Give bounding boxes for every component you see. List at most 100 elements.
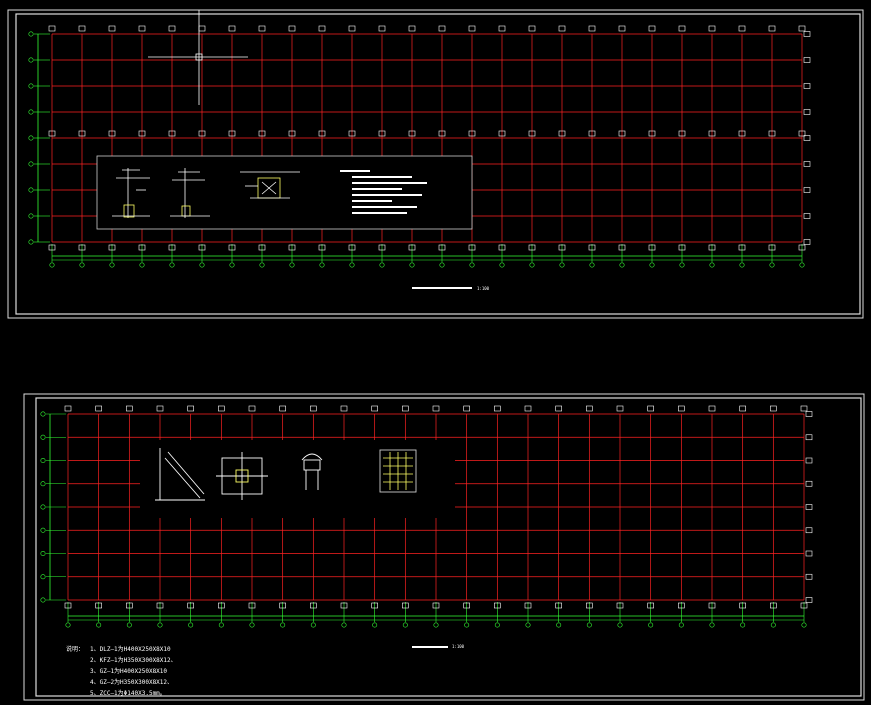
column-marker-top (318, 25, 326, 32)
axis-bubble (188, 622, 194, 628)
axis-bubble (218, 622, 224, 628)
crosshair-cursor[interactable] (148, 10, 248, 105)
column-marker-top (618, 25, 626, 32)
column-marker-top (558, 25, 566, 32)
column-marker-top (340, 405, 348, 412)
note-line-1: 1、DLZ—1为H400X250X8X10 (90, 645, 171, 653)
column-marker-top (126, 405, 133, 412)
column-marker-right (803, 213, 811, 219)
column-marker-top (770, 405, 777, 412)
axis-bubble (499, 262, 505, 268)
column-marker-top (348, 25, 356, 32)
column-marker-top (463, 405, 470, 412)
axis-bubble (589, 262, 595, 268)
axis-bubble (28, 57, 34, 63)
axis-bubble (556, 622, 562, 628)
notes-heading: 说明： (66, 645, 84, 653)
note-line-2: 2、KFZ—1为H350X300X8X12、 (90, 656, 177, 664)
note-line-3: 3、GZ—1为H400X250X8X10 (90, 667, 167, 675)
axis-bubble (40, 481, 46, 487)
column-marker-right (805, 527, 813, 534)
axis-bubble (139, 262, 145, 268)
column-marker-right (803, 109, 811, 115)
note-line-5: 5、ZCC—1为Φ140X3.5mm。 (90, 689, 166, 697)
axis-bubble (799, 262, 805, 268)
cad-drawing-canvas[interactable]: 1:100 1:100 说明： 1、DLZ—1为H400X250X8X10 2、… (0, 0, 871, 705)
column-marker-right (805, 434, 813, 441)
axis-bubble (28, 31, 34, 37)
axis-bubble (40, 434, 46, 440)
column-marker-top (138, 25, 146, 32)
top-detail-panel (96, 155, 473, 230)
column-marker-right (805, 411, 813, 417)
column-marker-top (78, 25, 86, 32)
axis-bubble (96, 622, 102, 628)
column-marker-top (218, 405, 225, 412)
column-marker-top (468, 25, 476, 32)
axis-bubble (770, 622, 776, 628)
axis-bubble (280, 622, 286, 628)
axis-bubble (769, 262, 775, 268)
column-marker-top (528, 25, 536, 32)
axis-bubble (229, 262, 235, 268)
column-marker-right (805, 480, 813, 487)
column-marker-right (803, 187, 811, 193)
column-marker-top (378, 25, 386, 32)
top-plan-title-bar (412, 287, 472, 289)
column-marker-top (228, 25, 236, 32)
axis-bubble (28, 135, 34, 141)
column-marker-top (288, 25, 296, 32)
column-marker-top (616, 405, 624, 412)
top-plan-scale: 1:100 (477, 286, 490, 291)
column-marker-right (803, 161, 811, 167)
axis-bubble (372, 622, 378, 628)
sheet-top: 1:100 (7, 9, 864, 319)
top-dimension-lines (28, 31, 805, 268)
axis-bubble (109, 262, 115, 268)
column-marker-top (48, 25, 56, 32)
axis-bubble (169, 262, 175, 268)
axis-bubble (40, 550, 46, 556)
axis-bubble (494, 622, 500, 628)
column-marker-top (438, 25, 446, 32)
axis-bubble (49, 262, 55, 268)
column-marker-top (800, 405, 808, 412)
axis-bubble (525, 622, 531, 628)
column-marker-top (738, 25, 746, 32)
column-marker-right (803, 31, 811, 37)
axis-bubble (40, 574, 46, 580)
axis-bubble (310, 622, 316, 628)
bottom-plan-title-bar (412, 646, 448, 648)
column-marker-right (805, 457, 813, 464)
axis-bubble (28, 109, 34, 115)
axis-bubble (28, 239, 34, 245)
axis-bubble (40, 597, 46, 603)
axis-bubble (739, 262, 745, 268)
column-marker-top (739, 405, 746, 412)
axis-bubble (40, 527, 46, 533)
axis-bubble (40, 411, 46, 417)
axis-bubble (464, 622, 470, 628)
column-marker-right (803, 57, 811, 63)
axis-bubble (586, 622, 592, 628)
column-marker-top (798, 25, 806, 32)
column-marker-top (64, 405, 72, 412)
column-marker-top (168, 25, 176, 32)
axis-bubble (28, 187, 34, 193)
axis-bubble (249, 622, 255, 628)
column-marker-right (805, 504, 813, 510)
axis-bubble (28, 83, 34, 89)
column-marker-top (248, 405, 256, 412)
axis-bubble (439, 262, 445, 268)
axis-bubble (709, 622, 715, 628)
axis-bubble (409, 262, 415, 268)
axis-bubble (126, 622, 132, 628)
axis-bubble (709, 262, 715, 268)
axis-bubble (649, 262, 655, 268)
axis-bubble (349, 262, 355, 268)
axis-bubble (28, 213, 34, 219)
column-marker-top (279, 405, 286, 412)
axis-bubble (619, 262, 625, 268)
axis-bubble (157, 622, 163, 628)
axis-bubble (40, 457, 46, 463)
